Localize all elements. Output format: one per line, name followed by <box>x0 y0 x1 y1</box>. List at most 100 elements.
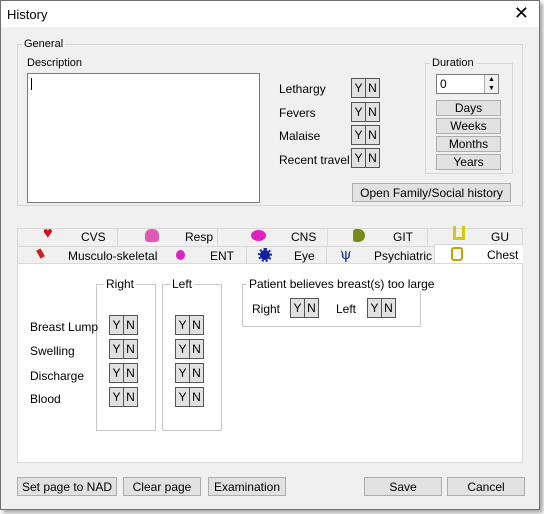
right-breast-lump-yn: YN <box>109 315 138 335</box>
stomach-icon <box>353 229 365 242</box>
lethargy-yn: YN <box>351 78 380 98</box>
discharge-label: Discharge <box>30 369 85 383</box>
title-bar: History ✕ <box>1 1 539 27</box>
close-icon[interactable]: ✕ <box>514 3 529 23</box>
recent-travel-no-button[interactable]: N <box>366 149 379 167</box>
right-breast-lump-yes[interactable]: Y <box>110 316 124 334</box>
recent-travel-yes-button[interactable]: Y <box>352 149 366 167</box>
open-family-social-history-button[interactable]: Open Family/Social history <box>352 183 511 202</box>
clear-page-button[interactable]: Clear page <box>123 477 201 496</box>
left-swelling-yes[interactable]: Y <box>176 340 190 358</box>
malaise-label: Malaise <box>279 129 321 143</box>
tab-cns[interactable]: CNS <box>217 228 328 246</box>
right-swelling-no[interactable]: N <box>124 340 137 358</box>
tab-musculo-skeletal[interactable]: Musculo-skeletal <box>18 247 157 264</box>
tab-cns-label: CNS <box>291 230 317 244</box>
cancel-button[interactable]: Cancel <box>447 477 525 496</box>
fevers-no-button[interactable]: N <box>366 103 379 121</box>
right-breast-lump-no[interactable]: N <box>124 316 137 334</box>
history-window: History ✕ General Description Lethargy Y… <box>0 0 540 510</box>
left-blood-no[interactable]: N <box>190 388 203 406</box>
description-label: Description <box>27 57 83 69</box>
examination-button[interactable]: Examination <box>208 477 286 496</box>
tab-chest-label: Chest <box>487 248 519 262</box>
eye-icon <box>258 248 272 262</box>
blood-label: Blood <box>30 392 61 406</box>
tab-git-label: GIT <box>393 230 413 244</box>
breast-lump-label: Breast Lump <box>30 320 99 334</box>
right-blood-no[interactable]: N <box>124 388 137 406</box>
right-swelling-yes[interactable]: Y <box>110 340 124 358</box>
right-legend: Right <box>104 277 137 291</box>
spin-down-icon[interactable]: ▼ <box>485 84 498 93</box>
left-blood-yes[interactable]: Y <box>176 388 190 406</box>
ear-icon <box>176 250 185 260</box>
tab-git[interactable]: GIT <box>327 228 428 246</box>
window-title: History <box>7 7 48 22</box>
lethargy-yes-button[interactable]: Y <box>352 79 366 97</box>
tab-cvs[interactable]: ♥ CVS <box>17 225 118 246</box>
set-page-to-nad-button[interactable]: Set page to NAD <box>17 477 117 496</box>
tab-gu-label: GU <box>491 230 509 244</box>
right-blood-yes[interactable]: Y <box>110 388 124 406</box>
left-breast-lump-yes[interactable]: Y <box>176 316 190 334</box>
right-discharge-yn: YN <box>109 363 138 383</box>
save-button[interactable]: Save <box>364 477 442 496</box>
tab-musculo-skeletal-label: Musculo-skeletal <box>68 249 158 263</box>
description-textarea[interactable] <box>27 73 260 203</box>
right-blood-yn: YN <box>109 387 138 407</box>
believes-left-label: Left <box>336 302 357 316</box>
recent-travel-yn: YN <box>351 148 380 168</box>
left-legend: Left <box>170 277 195 291</box>
left-discharge-yn: YN <box>175 363 204 383</box>
lethargy-label: Lethargy <box>279 82 326 96</box>
text-caret <box>31 78 32 90</box>
tab-resp[interactable]: Resp <box>117 228 218 246</box>
left-swelling-yn: YN <box>175 339 204 359</box>
malaise-yn: YN <box>351 125 380 145</box>
malaise-yes-button[interactable]: Y <box>352 126 366 144</box>
years-button[interactable]: Years <box>436 154 501 170</box>
fevers-yes-button[interactable]: Y <box>352 103 366 121</box>
believes-right-no[interactable]: N <box>305 299 318 317</box>
chest-icon <box>451 247 463 261</box>
tab-ent-label: ENT <box>210 249 234 263</box>
duration-spinner[interactable]: 0 ▲ ▼ <box>436 74 499 94</box>
believes-right-label: Right <box>252 302 281 316</box>
left-discharge-yes[interactable]: Y <box>176 364 190 382</box>
believes-left-yn: YN <box>367 298 396 318</box>
spin-up-icon[interactable]: ▲ <box>485 75 498 84</box>
heart-icon: ♥ <box>43 225 53 242</box>
left-swelling-no[interactable]: N <box>190 340 203 358</box>
duration-value: 0 <box>440 77 447 91</box>
chest-panel: Right Left Breast Lump Swelling Discharg… <box>17 263 523 463</box>
left-breast-lump-yn: YN <box>175 315 204 335</box>
months-button[interactable]: Months <box>436 136 501 152</box>
tab-psychiatric-label: Psychiatric <box>374 249 433 263</box>
right-discharge-yes[interactable]: Y <box>110 364 124 382</box>
bone-icon <box>36 248 45 259</box>
tab-ent[interactable]: ENT <box>156 247 247 264</box>
weeks-button[interactable]: Weeks <box>436 118 501 134</box>
tab-psychiatric[interactable]: ψ Psychiatric <box>326 245 435 264</box>
left-discharge-no[interactable]: N <box>190 364 203 382</box>
fevers-label: Fevers <box>279 106 316 120</box>
left-blood-yn: YN <box>175 387 204 407</box>
believes-left-no[interactable]: N <box>382 299 395 317</box>
right-discharge-no[interactable]: N <box>124 364 137 382</box>
days-button[interactable]: Days <box>436 100 501 116</box>
duration-legend: Duration <box>430 57 476 69</box>
left-breast-lump-no[interactable]: N <box>190 316 203 334</box>
lethargy-no-button[interactable]: N <box>366 79 379 97</box>
tab-eye-label: Eye <box>294 249 315 263</box>
believes-left-yes[interactable]: Y <box>368 299 382 317</box>
lungs-icon <box>145 229 159 242</box>
believes-right-yes[interactable]: Y <box>291 299 305 317</box>
tab-chest[interactable]: Chest <box>434 244 523 265</box>
malaise-no-button[interactable]: N <box>366 126 379 144</box>
tab-eye[interactable]: Eye <box>246 247 327 264</box>
spinner-buttons: ▲ ▼ <box>484 75 498 93</box>
believes-too-large-legend: Patient believes breast(s) too large <box>247 277 437 291</box>
tab-resp-label: Resp <box>185 230 214 244</box>
kidney-icon <box>453 226 465 240</box>
